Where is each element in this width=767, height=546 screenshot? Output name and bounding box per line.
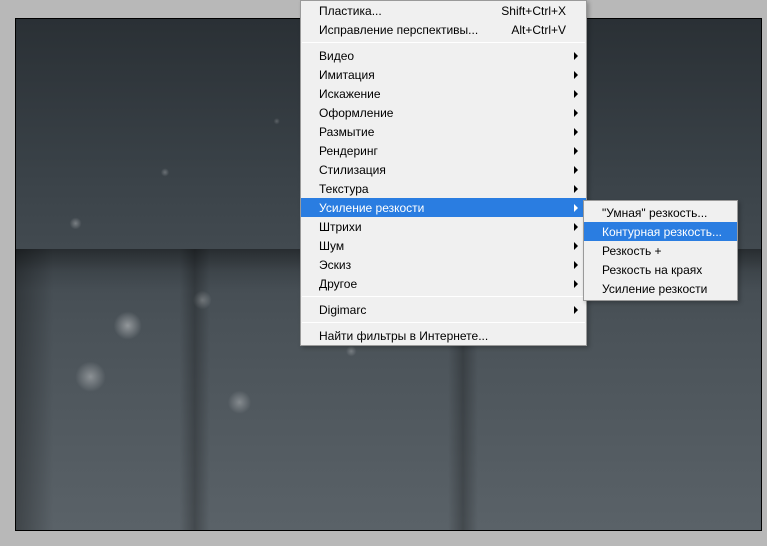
menu-label: Контурная резкость... (602, 225, 725, 239)
menu-item-texture[interactable]: Текстура (301, 179, 586, 198)
menu-label: Рендеринг (319, 144, 566, 158)
sharpen-submenu: "Умная" резкость... Контурная резкость..… (583, 200, 738, 301)
chevron-right-icon (574, 166, 578, 174)
menu-separator (302, 322, 585, 323)
menu-item-noise[interactable]: Шум (301, 236, 586, 255)
menu-label: Другое (319, 277, 566, 291)
menu-item-render[interactable]: Рендеринг (301, 141, 586, 160)
chevron-right-icon (574, 90, 578, 98)
menu-item-brush-strokes[interactable]: Штрихи (301, 217, 586, 236)
menu-label: Исправление перспективы... (319, 23, 511, 37)
menu-label: Текстура (319, 182, 566, 196)
menu-item-blur[interactable]: Размытие (301, 122, 586, 141)
menu-item-artistic[interactable]: Имитация (301, 65, 586, 84)
menu-item-stylize[interactable]: Стилизация (301, 160, 586, 179)
menu-item-sharpen[interactable]: Усиление резкости (301, 198, 586, 217)
chevron-right-icon (574, 52, 578, 60)
chevron-right-icon (574, 223, 578, 231)
chevron-right-icon (574, 128, 578, 136)
chevron-right-icon (574, 71, 578, 79)
menu-item-other[interactable]: Другое (301, 274, 586, 293)
menu-label: Усиление резкости (602, 282, 725, 296)
submenu-item-sharpen-edges[interactable]: Резкость на краях (584, 260, 737, 279)
menu-label: Штрихи (319, 220, 566, 234)
menu-label: Стилизация (319, 163, 566, 177)
menu-item-liquify[interactable]: Пластика... Shift+Ctrl+X (301, 1, 586, 20)
chevron-right-icon (574, 280, 578, 288)
menu-item-pixelate[interactable]: Оформление (301, 103, 586, 122)
menu-separator (302, 42, 585, 43)
chevron-right-icon (574, 242, 578, 250)
menu-label: Найти фильтры в Интернете... (319, 329, 566, 343)
menu-label: Пластика... (319, 4, 501, 18)
menu-label: Шум (319, 239, 566, 253)
menu-shortcut: Shift+Ctrl+X (501, 4, 566, 18)
menu-label: Усиление резкости (319, 201, 566, 215)
menu-label: Видео (319, 49, 566, 63)
chevron-right-icon (574, 147, 578, 155)
chevron-right-icon (574, 109, 578, 117)
menu-label: Искажение (319, 87, 566, 101)
submenu-item-smart-sharpen[interactable]: "Умная" резкость... (584, 203, 737, 222)
menu-shortcut: Alt+Ctrl+V (511, 23, 566, 37)
submenu-item-sharpen-more[interactable]: Резкость + (584, 241, 737, 260)
menu-item-browse-filters-online[interactable]: Найти фильтры в Интернете... (301, 326, 586, 345)
chevron-right-icon (574, 204, 578, 212)
menu-item-vanishing-point[interactable]: Исправление перспективы... Alt+Ctrl+V (301, 20, 586, 39)
chevron-right-icon (574, 261, 578, 269)
menu-label: Резкость + (602, 244, 725, 258)
menu-label: Digimarc (319, 303, 566, 317)
menu-item-sketch[interactable]: Эскиз (301, 255, 586, 274)
chevron-right-icon (574, 185, 578, 193)
menu-label: Резкость на краях (602, 263, 725, 277)
menu-label: Эскиз (319, 258, 566, 272)
menu-item-distort[interactable]: Искажение (301, 84, 586, 103)
menu-label: "Умная" резкость... (602, 206, 725, 220)
menu-label: Имитация (319, 68, 566, 82)
menu-label: Размытие (319, 125, 566, 139)
menu-separator (302, 296, 585, 297)
filter-menu: Пластика... Shift+Ctrl+X Исправление пер… (300, 0, 587, 346)
menu-label: Оформление (319, 106, 566, 120)
submenu-item-sharpen[interactable]: Усиление резкости (584, 279, 737, 298)
menu-item-video[interactable]: Видео (301, 46, 586, 65)
chevron-right-icon (574, 306, 578, 314)
menu-item-digimarc[interactable]: Digimarc (301, 300, 586, 319)
submenu-item-unsharp-mask[interactable]: Контурная резкость... (584, 222, 737, 241)
